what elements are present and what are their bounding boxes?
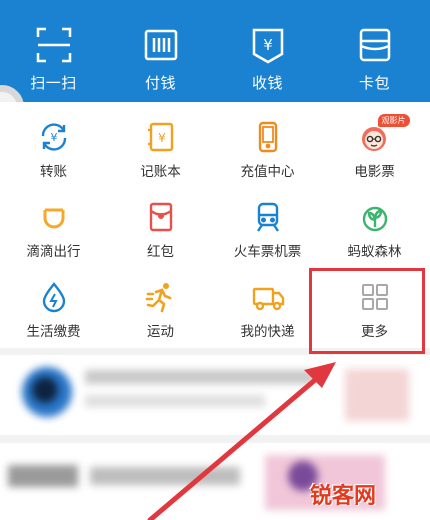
grid-item-label: 蚂蚁森林: [347, 244, 402, 260]
train-ticket-icon: [251, 200, 285, 234]
grid-item-label: 运动: [147, 324, 174, 340]
movie-ticket-icon: 观影片: [358, 114, 410, 154]
annotation-highlight-box: [309, 268, 425, 354]
didi-icon: [37, 200, 71, 234]
pay-button[interactable]: 付钱: [107, 0, 214, 102]
blurred-avatar-inner: [32, 377, 58, 403]
blurred-text: [90, 467, 240, 485]
receive-button[interactable]: ¥ 收钱: [214, 0, 321, 102]
grid-item-label: 记账本: [140, 164, 181, 180]
feed-card[interactable]: [0, 355, 430, 435]
receive-money-icon: ¥: [247, 24, 289, 66]
grid-item-utility[interactable]: 生活缴费: [0, 270, 107, 352]
pay-barcode-icon: [140, 24, 182, 66]
grid-item-recharge[interactable]: 充值中心: [214, 110, 321, 192]
ant-forest-icon: [358, 200, 392, 234]
grid-item-sport[interactable]: 运动: [107, 270, 214, 352]
scan-label: 扫一扫: [30, 74, 77, 92]
grid-item-label: 充值中心: [240, 164, 295, 180]
promo-badge: 观影片: [377, 114, 410, 127]
red-packet-icon: [144, 200, 178, 234]
svg-text:¥: ¥: [263, 36, 273, 54]
grid-item-label: 转账: [40, 164, 67, 180]
grid-item-train[interactable]: 火车票机票: [214, 190, 321, 272]
watermark-logo: 锐客网: [310, 484, 377, 509]
grid-item-express[interactable]: 我的快递: [214, 270, 321, 352]
top-quick-bar: 扫一扫 付钱 ¥ 收钱 卡包: [0, 0, 430, 102]
blurred-text: [8, 465, 78, 487]
utility-payment-icon: [37, 280, 71, 314]
card-wallet-button[interactable]: 卡包: [321, 0, 428, 102]
grid-item-movie[interactable]: 观影片 电影票: [321, 110, 428, 192]
blurred-text: [85, 370, 315, 384]
phone-recharge-icon: [251, 120, 285, 154]
grid-item-label: 红包: [147, 244, 174, 260]
grid-item-label: 电影票: [354, 164, 395, 180]
blurred-text: [85, 395, 265, 407]
sport-icon: [144, 280, 178, 314]
card-wallet-icon: [354, 24, 396, 66]
scan-button[interactable]: 扫一扫: [0, 0, 107, 102]
grid-item-account-book[interactable]: ¥ 记账本: [107, 110, 214, 192]
grid-item-label: 我的快递: [240, 324, 295, 340]
grid-item-transfer[interactable]: ¥ 转账: [0, 110, 107, 192]
grid-item-ant-forest[interactable]: 蚂蚁森林: [321, 190, 428, 272]
grid-item-didi[interactable]: 滴滴出行: [0, 190, 107, 272]
blurred-thumb: [345, 369, 409, 421]
grid-item-label: 火车票机票: [233, 244, 302, 260]
transfer-icon: ¥: [37, 120, 71, 154]
grid-item-label: 滴滴出行: [26, 244, 81, 260]
svg-text:¥: ¥: [50, 131, 57, 144]
svg-text:¥: ¥: [158, 131, 166, 145]
scan-icon: [33, 24, 75, 66]
card-wallet-label: 卡包: [358, 74, 390, 92]
grid-item-label: 生活缴费: [26, 324, 81, 340]
pay-label: 付钱: [144, 74, 176, 92]
grid-item-red-packet[interactable]: 红包: [107, 190, 214, 272]
express-delivery-icon: [251, 280, 285, 314]
receive-label: 收钱: [251, 74, 283, 92]
account-book-icon: ¥: [144, 120, 178, 154]
